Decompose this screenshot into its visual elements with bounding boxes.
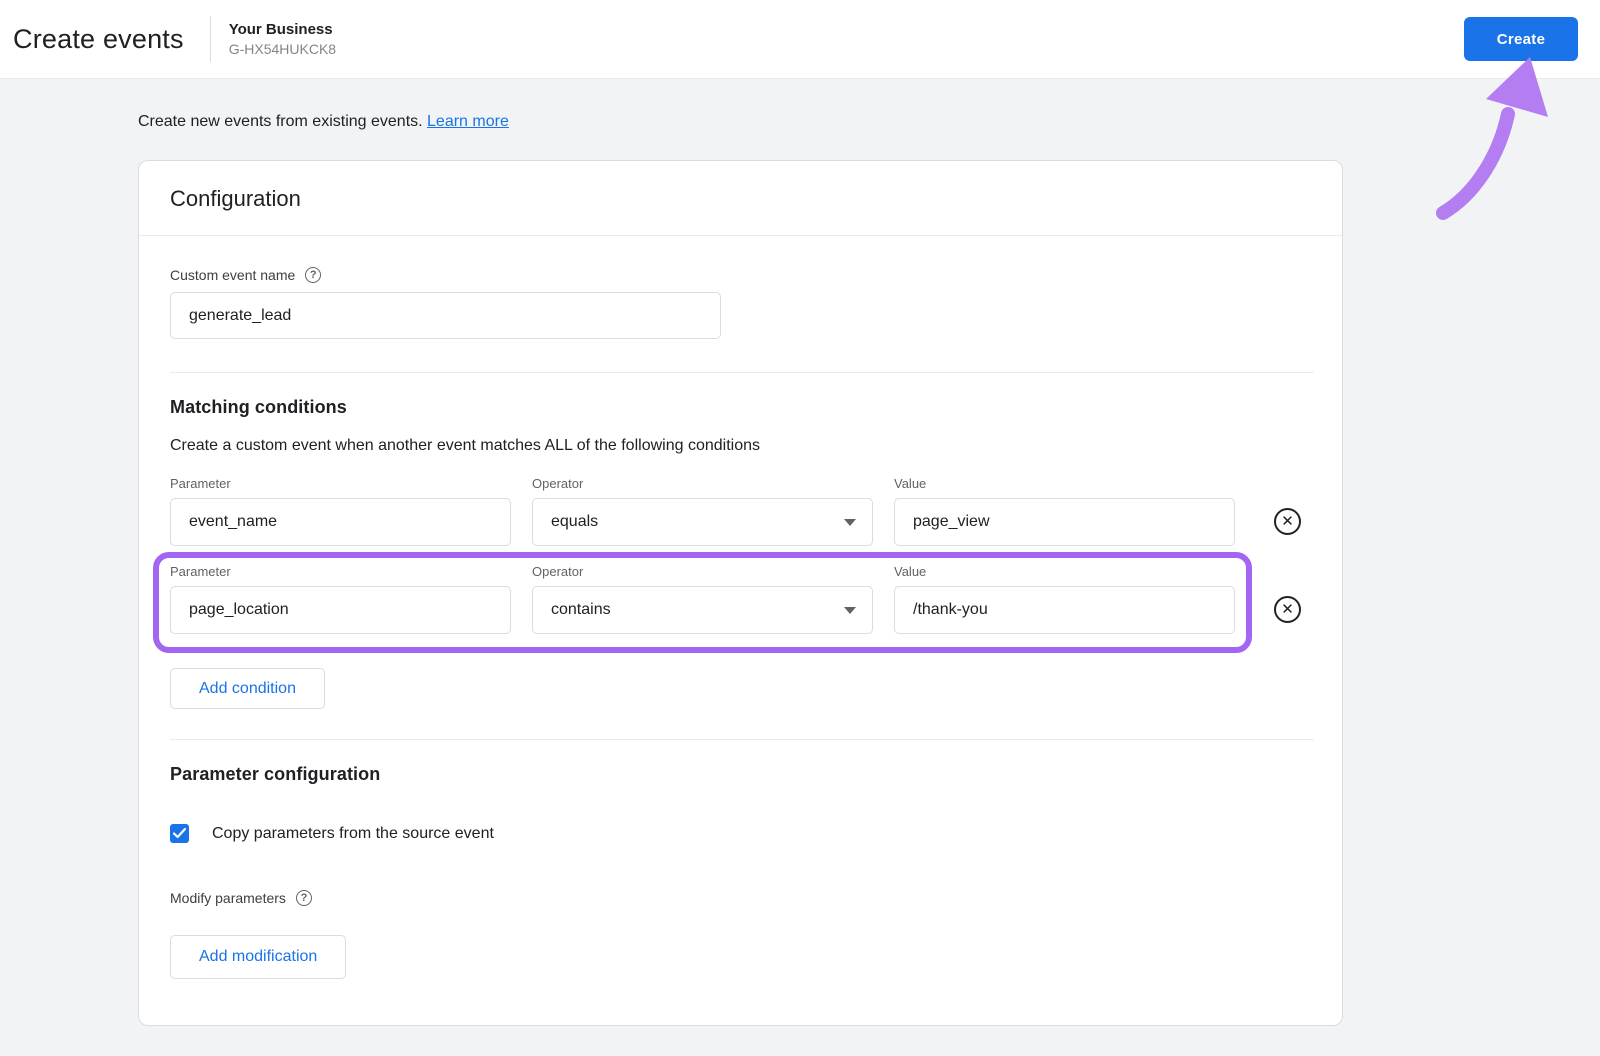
card-title: Configuration (170, 186, 301, 211)
condition-row: Parameter Operator contains Value (153, 552, 1311, 653)
section-divider (170, 372, 1314, 373)
parameter-column-label: Parameter (170, 476, 231, 491)
learn-more-link[interactable]: Learn more (427, 113, 509, 130)
help-icon[interactable]: ? (305, 267, 322, 283)
parameter-configuration-title: Parameter configuration (170, 764, 381, 784)
page-title: Create events (13, 23, 184, 54)
configuration-card: Configuration Custom event name ? Matchi… (138, 160, 1343, 1026)
property-id: G-HX54HUKCK8 (228, 41, 337, 57)
header-divider (209, 16, 211, 62)
condition-1-operator-value: equals (551, 513, 599, 530)
intro-description: Create new events from existing events. (138, 113, 423, 130)
value-column-label: Value (894, 564, 927, 579)
condition-1-value-input[interactable] (894, 498, 1235, 546)
condition-2-value-input[interactable] (894, 586, 1235, 634)
add-condition-button[interactable]: Add condition (170, 668, 325, 709)
matching-conditions-description: Create a custom event when another event… (170, 437, 760, 454)
copy-parameters-label: Copy parameters from the source event (212, 824, 494, 842)
value-column-label: Value (894, 476, 927, 491)
custom-event-name-input[interactable] (170, 292, 721, 339)
remove-condition-1-icon[interactable]: ✕ (1274, 508, 1301, 535)
annotation-highlight-box: Parameter Operator contains Value (153, 552, 1252, 653)
operator-column-label: Operator (532, 564, 584, 579)
chevron-down-icon (844, 606, 856, 614)
create-button[interactable]: Create (1464, 17, 1578, 61)
copy-parameters-checkbox[interactable] (170, 824, 189, 843)
condition-2-operator-select[interactable]: contains (532, 586, 873, 634)
condition-2-parameter-input[interactable] (170, 586, 511, 634)
condition-row: Parameter Operator equals Value ✕ (170, 476, 1311, 546)
matching-conditions-title: Matching conditions (170, 397, 347, 417)
add-modification-button[interactable]: Add modification (170, 935, 347, 979)
help-icon[interactable]: ? (295, 890, 312, 906)
page-header: Create events Your Business G-HX54HUKCK8… (0, 0, 1600, 79)
modify-parameters-label: Modify parameters (170, 890, 286, 906)
remove-condition-2-icon[interactable]: ✕ (1274, 596, 1301, 623)
checkmark-icon (173, 828, 186, 839)
section-divider (170, 739, 1314, 740)
custom-event-name-label: Custom event name (170, 267, 296, 283)
parameter-column-label: Parameter (170, 564, 231, 579)
condition-1-parameter-input[interactable] (170, 498, 511, 546)
property-name: Your Business (228, 21, 333, 38)
card-header: Configuration (139, 161, 1342, 236)
chevron-down-icon (844, 518, 856, 526)
condition-2-operator-value: contains (551, 601, 611, 618)
operator-column-label: Operator (532, 476, 584, 491)
condition-1-operator-select[interactable]: equals (532, 498, 873, 546)
intro-text: Create new events from existing events. … (0, 79, 1600, 131)
property-selector[interactable]: Your Business G-HX54HUKCK8 (229, 21, 336, 57)
